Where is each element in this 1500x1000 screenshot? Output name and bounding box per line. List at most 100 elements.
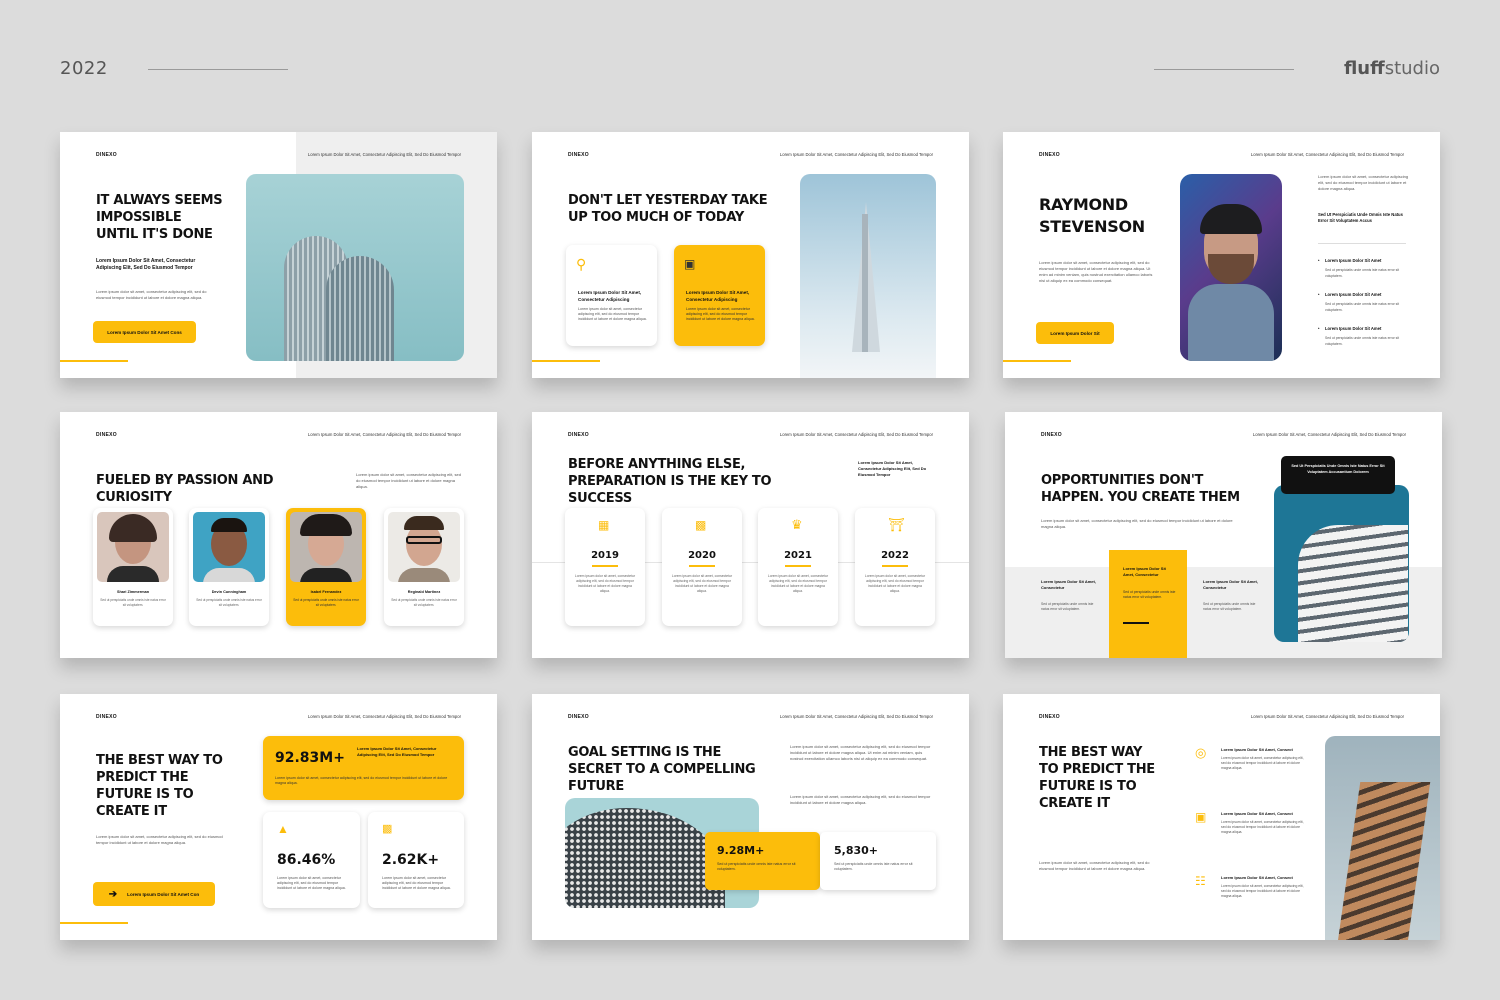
- slide-3[interactable]: DINEXO Lorem Ipsum Dolor Sit Amet, Conse…: [1003, 132, 1440, 378]
- stat-card[interactable]: 5,830+ Sed ut perspiciatis unde omnis is…: [820, 832, 936, 890]
- page-header: 2022 fluffstudio: [0, 0, 1500, 130]
- slide-title: GOAL SETTING IS THE SECRET TO A COMPELLI…: [568, 745, 756, 794]
- slide-title: FUELED BY PASSION AND CURIOSITY: [96, 473, 274, 505]
- team-card-highlight[interactable]: Isabel Fernandez Sed ut perspiciatis und…: [286, 508, 366, 626]
- list-item: Lorem Ipsum Dolor Sit Amet: [1318, 258, 1381, 263]
- col-title: Lorem Ipsum Dolor Sit Amet, Consectetur: [1041, 579, 1096, 590]
- person-name: Isabel Fernandez: [310, 590, 342, 594]
- feature-card[interactable]: ⚲ Lorem Ipsum Dolor Sit Amet, Consectetu…: [566, 245, 657, 346]
- slide-body: Lorem ipsum dolor sit amet, consectetur …: [1039, 260, 1153, 283]
- list-item: Lorem Ipsum Dolor Sit Amet: [1318, 292, 1381, 297]
- slide-8[interactable]: DINEXO Lorem Ipsum Dolor Sit Amet, Conse…: [532, 694, 969, 940]
- slide-brand: DINEXO: [1039, 152, 1060, 158]
- timeline-card[interactable]: ▩ 2020 Lorem ipsum dolor sit amet, conse…: [662, 508, 742, 626]
- col-title: Lorem Ipsum Dolor Sit Amet, Consectetur: [1203, 579, 1258, 590]
- slide-brand: DINEXO: [96, 714, 117, 720]
- slide-7[interactable]: DINEXO Lorem Ipsum Dolor Sit Amet, Conse…: [60, 694, 497, 940]
- slide-header-text: Lorem Ipsum Dolor Sit Amet, Consectetur …: [1252, 432, 1406, 437]
- person-photo: [290, 512, 362, 582]
- accent-bar: [60, 922, 128, 924]
- feature-card-highlight[interactable]: ▣ Lorem Ipsum Dolor Sit Amet, Consectetu…: [674, 245, 765, 346]
- slide-2[interactable]: DINEXO Lorem Ipsum Dolor Sit Amet, Conse…: [532, 132, 969, 378]
- arrow-right-icon: ➔: [108, 888, 118, 900]
- megaphone-icon: ▲: [277, 822, 289, 836]
- slide-title: RAYMOND STEVENSON: [1039, 195, 1145, 236]
- person-name: Reginald Martinez: [407, 590, 441, 594]
- timeline-year: 2020: [688, 550, 716, 561]
- slide-header-text: Lorem Ipsum Dolor Sit Amet, Consectetur …: [779, 714, 933, 719]
- team-card[interactable]: Reginald Martinez Sed ut perspiciatis un…: [384, 508, 464, 626]
- slide-header-text: Lorem Ipsum Dolor Sit Amet, Consectetur …: [779, 432, 933, 437]
- slide-5[interactable]: DINEXO Lorem Ipsum Dolor Sit Amet, Conse…: [532, 412, 969, 658]
- team-card[interactable]: Shari Zimmerman Sed ut perspiciatis unde…: [93, 508, 173, 626]
- slide-brand: DINEXO: [1041, 432, 1062, 438]
- timeline-year: 2022: [881, 550, 909, 561]
- divider: [1318, 243, 1406, 244]
- timeline-card[interactable]: ♛ 2021 Lorem ipsum dolor sit amet, conse…: [758, 508, 838, 626]
- person-name: Devin Cunningham: [211, 590, 247, 594]
- slide-title: IT ALWAYS SEEMS IMPOSSIBLE UNTIL IT'S DO…: [96, 193, 223, 242]
- slide-4[interactable]: DINEXO Lorem Ipsum Dolor Sit Amet, Conse…: [60, 412, 497, 658]
- search-icon: ⚲: [576, 256, 587, 272]
- slide-9[interactable]: DINEXO Lorem Ipsum Dolor Sit Amet, Conse…: [1003, 694, 1440, 940]
- header-rule-right: [1154, 69, 1294, 70]
- chat-icon: ▩: [695, 518, 707, 532]
- stat-card[interactable]: ▩ 2.62K+ Lorem ipsum dolor sit amet, con…: [368, 812, 464, 908]
- item-title: Lorem Ipsum Dolor Sit Amet, Consect: [1221, 747, 1293, 752]
- slide-title: DON'T LET YESTERDAY TAKE UP TOO MUCH OF …: [568, 193, 768, 225]
- slide-body: Lorem ipsum dolor sit amet, consectetur …: [1039, 860, 1150, 871]
- slide-6[interactable]: DINEXO Lorem Ipsum Dolor Sit Amet, Conse…: [1005, 412, 1442, 658]
- brand-logo: fluffstudio: [1343, 58, 1440, 79]
- cta-button[interactable]: Lorem Ipsum Dolor Sit: [1036, 322, 1114, 344]
- side-subtitle: Lorem Ipsum Dolor Sit Amet, Consectetur …: [858, 460, 927, 477]
- timeline-year: 2019: [591, 550, 619, 561]
- slide-header-text: Lorem Ipsum Dolor Sit Amet, Consectetur …: [779, 152, 933, 157]
- person-photo: [388, 512, 460, 582]
- slide-title: OPPORTUNITIES DON'T HAPPEN. YOU CREATE T…: [1041, 473, 1240, 505]
- item-title: Lorem Ipsum Dolor Sit Amet, Consect: [1221, 811, 1293, 816]
- skyscraper-photo: [800, 174, 936, 378]
- cart-icon: ☷: [1195, 874, 1206, 888]
- person-photo: [193, 512, 265, 582]
- person-name: Shari Zimmerman: [116, 590, 150, 594]
- slide-body: Lorem ipsum dolor sit amet, consectetur …: [1041, 518, 1233, 529]
- side-subtitle: Sed Ut Perspiciatis Unde Omnis Iste Natu…: [1318, 212, 1403, 223]
- timeline-card[interactable]: ▦ 2019 Lorem ipsum dolor sit amet, conse…: [565, 508, 645, 626]
- bank-icon: ⛩: [888, 517, 905, 532]
- item-title: Lorem Ipsum Dolor Sit Amet, Consect: [1221, 875, 1293, 880]
- team-card[interactable]: Devin Cunningham Sed ut perspiciatis und…: [189, 508, 269, 626]
- stat-card-highlight[interactable]: 9.28M+ Sed ut perspiciatis unde omnis is…: [705, 832, 820, 890]
- cta-button[interactable]: ➔ Lorem Ipsum Dolor Sit Amet Con: [93, 882, 215, 906]
- quote-tooltip: Sed Ut Perspiciatis Unde Omnis Iste Natu…: [1281, 456, 1395, 494]
- stat-value: 86.46%: [277, 852, 336, 868]
- slide-body-2: Lorem ipsum dolor sit amet, consectetur …: [790, 794, 931, 805]
- slide-1[interactable]: DINEXO Lorem Ipsum Dolor Sit Amet, Conse…: [60, 132, 497, 378]
- accent-bar: [532, 360, 600, 362]
- list-item: Lorem Ipsum Dolor Sit Amet: [1318, 326, 1381, 331]
- slide-brand: DINEXO: [568, 714, 589, 720]
- calendar-icon: ▦: [598, 518, 610, 532]
- stat-value: 2.62K+: [382, 852, 440, 868]
- slide-brand: DINEXO: [568, 152, 589, 158]
- presentation-icon: ▣: [684, 257, 696, 271]
- cta-button[interactable]: Lorem Ipsum Dolor Sit Amet Cons: [93, 321, 196, 343]
- slide-header-text: Lorem Ipsum Dolor Sit Amet, Consectetur …: [307, 432, 461, 437]
- year-label: 2022: [60, 58, 108, 79]
- slide-header-text: Lorem Ipsum Dolor Sit Amet, Consectetur …: [307, 152, 461, 157]
- stat-card[interactable]: ▲ 86.46% Lorem ipsum dolor sit amet, con…: [263, 812, 360, 908]
- timeline-card[interactable]: ⛩ 2022 Lorem ipsum dolor sit amet, conse…: [855, 508, 935, 626]
- bar-chart-icon: ▩: [382, 823, 393, 835]
- slide-brand: DINEXO: [96, 432, 117, 438]
- slide-title: BEFORE ANYTHING ELSE, PREPARATION IS THE…: [568, 457, 772, 506]
- side-text: Lorem ipsum dolor sit amet, consectetur …: [1318, 174, 1409, 191]
- monitor-icon: ▣: [1195, 810, 1207, 824]
- highlight-column[interactable]: Lorem Ipsum Dolor Sit Amet, Consectetur …: [1109, 550, 1187, 658]
- timeline-year: 2021: [784, 550, 812, 561]
- stat-value: 9.28M+: [717, 844, 765, 857]
- slide-brand: DINEXO: [96, 152, 117, 158]
- stat-card-highlight[interactable]: 92.83M+ Lorem Ipsum Dolor Sit Amet, Cons…: [263, 736, 464, 800]
- stat-value: 92.83M+: [275, 750, 345, 766]
- slide-brand: DINEXO: [568, 432, 589, 438]
- slide-brand: DINEXO: [1039, 714, 1060, 720]
- trophy-icon: ♛: [791, 517, 803, 532]
